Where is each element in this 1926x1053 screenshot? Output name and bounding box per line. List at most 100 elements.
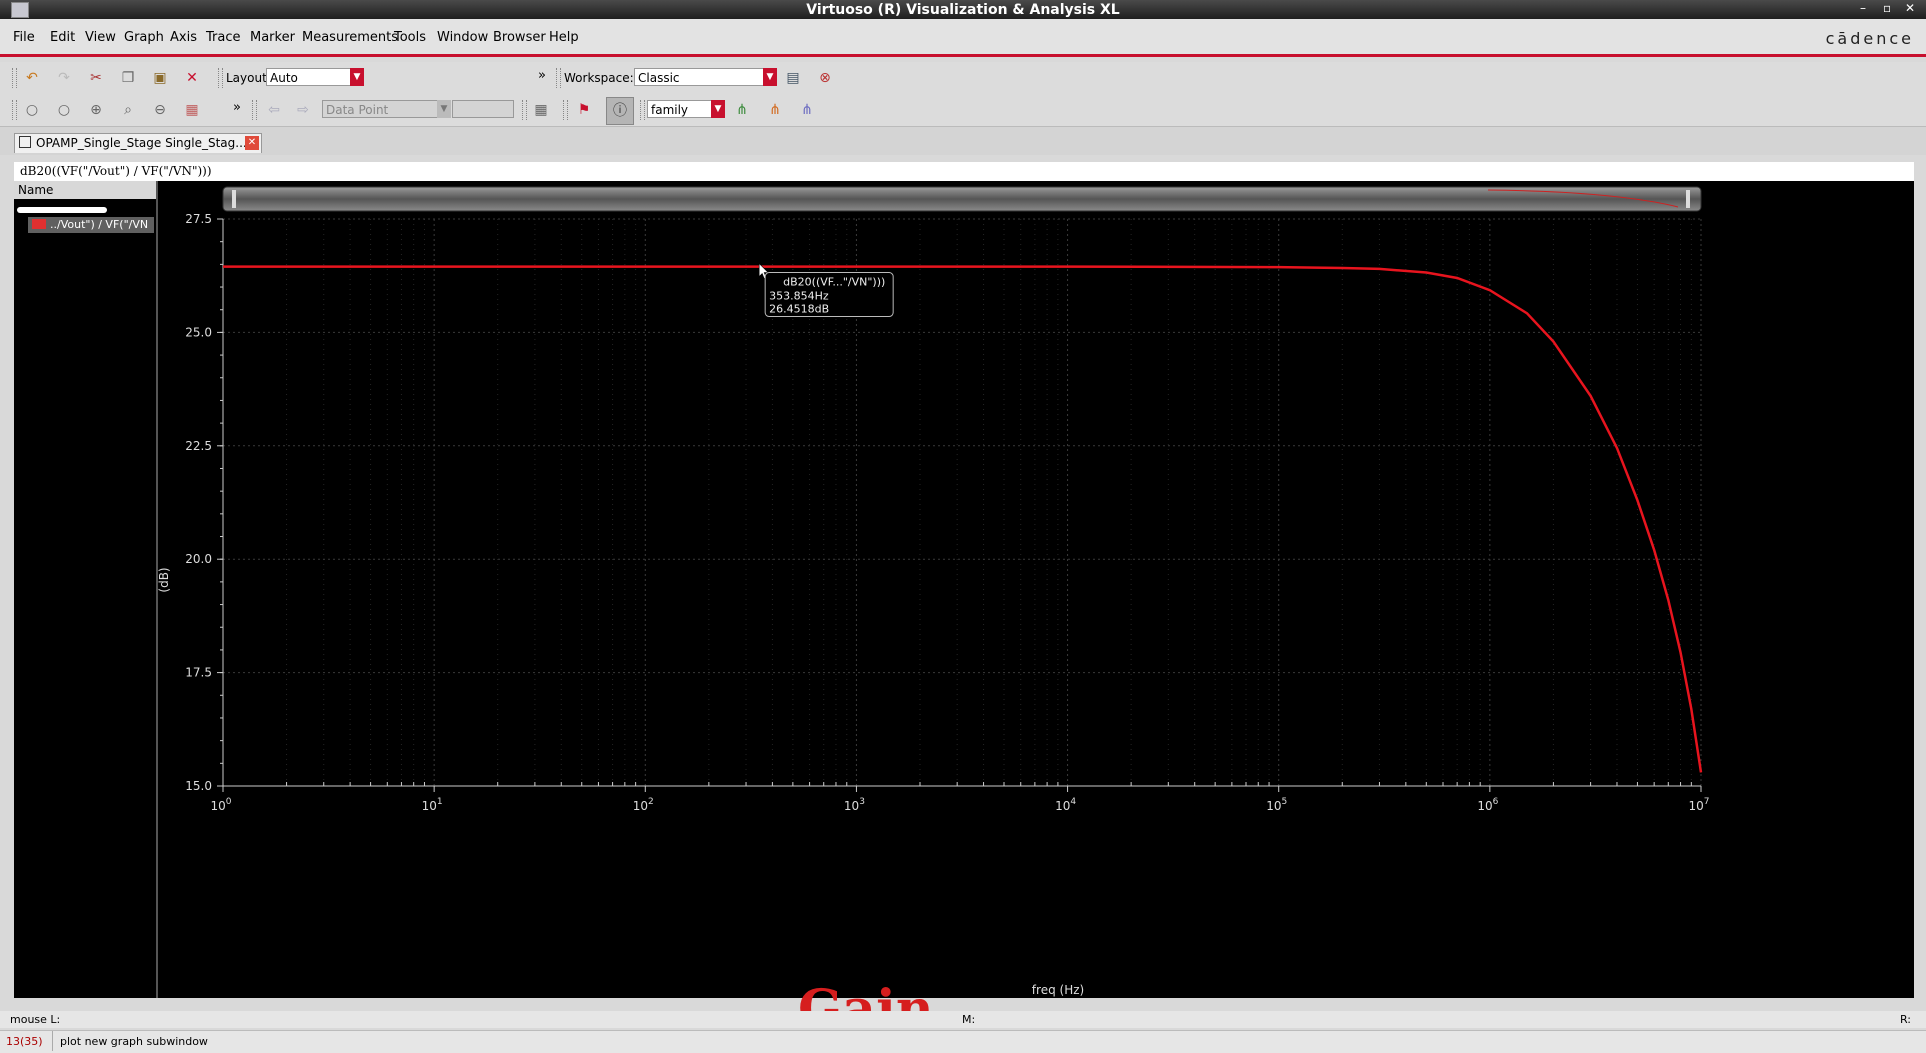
zoom-area-icon[interactable]: ⌕ [117, 99, 139, 121]
chevron-down-icon[interactable]: ▼ [763, 68, 777, 86]
save-workspace-icon[interactable]: ▤ [782, 67, 804, 89]
layout-select[interactable]: Auto ▼ [266, 68, 364, 86]
menu-graph[interactable]: Graph [124, 30, 164, 45]
close-window-icon[interactable]: ✕ [1905, 1, 1915, 15]
menu-window[interactable]: Window [437, 30, 488, 45]
marker-value-field[interactable] [452, 100, 514, 118]
x-zoom-scrollbar[interactable] [222, 186, 1702, 212]
menu-axis[interactable]: Axis [170, 30, 197, 45]
zoom-reset-icon[interactable]: ○ [53, 99, 75, 121]
menu-trace[interactable]: Trace [206, 30, 241, 45]
layout-select-value: Auto [270, 71, 298, 85]
gain-trace-line [223, 265, 1703, 773]
maximize-icon[interactable]: ▫ [1883, 1, 1891, 15]
y-tick-label: 20.0 [185, 552, 212, 566]
zoom-in-icon[interactable]: ⊕ [85, 99, 107, 121]
family-select-value: family [651, 103, 689, 117]
graph-expression: dB20((VF("/Vout") / VF("/VN"))) [14, 162, 1914, 181]
toolbar-grip[interactable] [522, 100, 527, 120]
paste-icon[interactable]: ▣ [149, 67, 171, 89]
toolbar-grip[interactable] [640, 100, 645, 120]
toolbar-overflow-icon[interactable]: » [538, 68, 546, 83]
scrollbar-left-handle[interactable] [232, 190, 236, 208]
toolbar-grip[interactable] [218, 68, 223, 88]
main-toolbar: ↶ ↷ ✂ ❐ ▣ ✕ Layout: Auto ▼ » Workspace: … [0, 62, 1926, 94]
workspace-label: Workspace: [564, 71, 634, 85]
x-tick-label: 105 [1266, 797, 1287, 813]
menu-edit[interactable]: Edit [50, 30, 75, 45]
chevron-down-icon[interactable]: ▼ [350, 68, 364, 86]
menu-marker[interactable]: Marker [250, 30, 295, 45]
zoom-out-icon[interactable]: ⊖ [149, 99, 171, 121]
toolbar-grip[interactable] [556, 68, 561, 88]
menu-view[interactable]: View [85, 30, 116, 45]
scrollbar-track[interactable] [222, 186, 1702, 212]
minimize-icon[interactable]: – [1860, 1, 1866, 15]
trace-list-item[interactable]: ../Vout") / VF("/VN [28, 217, 154, 233]
y-tick-label: 27.5 [185, 212, 212, 226]
marker-x-value: 353.854Hz [769, 290, 829, 303]
zoom-fit-icon[interactable]: ○ [21, 99, 43, 121]
family-spread-icon[interactable]: ⋔ [764, 99, 786, 121]
flag-icon[interactable]: ⚑ [573, 99, 595, 121]
delete-icon[interactable]: ✕ [181, 67, 203, 89]
name-column-header[interactable]: Name [14, 181, 156, 199]
tab-opamp-single-stage[interactable]: OPAMP_Single_Stage Single_Stag... ✕ [14, 133, 262, 153]
toolbar-grip[interactable] [12, 68, 17, 88]
chart-series [223, 265, 1703, 773]
toolbar-grip[interactable] [252, 100, 257, 120]
message-status-bar: 13(35) plot new graph subwindow [0, 1030, 1926, 1053]
family-select[interactable]: family ▼ [647, 100, 725, 118]
x-tick-label: 104 [1055, 797, 1076, 813]
family-select-icon[interactable]: ⋔ [796, 99, 818, 121]
calculator-icon[interactable]: ▦ [530, 99, 552, 121]
workspace-select[interactable]: Classic ▼ [634, 68, 777, 86]
x-tick-label: 103 [844, 797, 865, 813]
close-tab-icon[interactable]: ✕ [245, 136, 259, 150]
copy-icon[interactable]: ❐ [117, 67, 139, 89]
next-marker-icon[interactable]: ⇨ [292, 99, 314, 121]
toolbar-overflow-icon[interactable]: » [233, 100, 241, 115]
toolbar-grip[interactable] [563, 100, 568, 120]
status-message: plot new graph subwindow [60, 1035, 208, 1048]
layout-label: Layout: [226, 71, 271, 85]
delete-workspace-icon[interactable]: ⊗ [814, 67, 836, 89]
info-marker-icon[interactable]: ⓘ [606, 97, 634, 125]
cadence-logo: cādence [1825, 29, 1914, 48]
menu-measurements[interactable]: Measurements [302, 30, 398, 45]
menu-tools[interactable]: Tools [394, 30, 426, 45]
status-divider [52, 1031, 53, 1051]
trace-browser-scrollbar[interactable] [17, 207, 107, 213]
menu-help[interactable]: Help [549, 30, 579, 45]
line-number: 13(35) [6, 1035, 43, 1048]
marker-y-value: 26.4518dB [769, 303, 829, 316]
mouse-right-status: R: [1900, 1013, 1912, 1026]
gain-chart[interactable]: 27.5 25.0 22.5 20.0 17.5 15.0 100 101 102 103 104 1… [157, 181, 1914, 998]
previous-marker-icon[interactable]: ⇦ [263, 99, 285, 121]
toolbar-grip[interactable] [12, 100, 17, 120]
marker-type-select[interactable]: Data Point ▼ [322, 100, 451, 118]
chevron-down-icon[interactable]: ▼ [711, 100, 725, 118]
graph-tab-bar: OPAMP_Single_Stage Single_Stag... ✕ [0, 127, 1926, 155]
y-axis-label: (dB) [158, 567, 171, 592]
cut-icon[interactable]: ✂ [85, 67, 107, 89]
zoom-region-icon[interactable]: ▦ [181, 99, 203, 121]
graph-toolbar: ○ ○ ⊕ ⌕ ⊖ ▦ » ⇦ ⇨ Data Point ▼ ▦ ⚑ ⓘ fam… [0, 94, 1926, 127]
plot-area[interactable]: 27.5 25.0 22.5 20.0 17.5 15.0 100 101 102 103 104 1… [157, 181, 1914, 998]
family-plot-icon[interactable]: ⋔ [731, 99, 753, 121]
y-tick-label: 17.5 [185, 666, 212, 680]
graph-icon [19, 136, 31, 148]
menu-file[interactable]: File [13, 30, 35, 45]
gain-annotation: Gain [798, 979, 934, 1040]
data-marker[interactable]: dB20((VF..."/VN"))) 353.854Hz 26.4518dB [758, 262, 894, 318]
x-axis-label: freq (Hz) [1032, 983, 1084, 997]
x-tick-label: 107 [1688, 797, 1709, 813]
window-title: Virtuoso (R) Visualization & Analysis XL [806, 2, 1120, 18]
chevron-down-icon[interactable]: ▼ [437, 100, 451, 118]
chart-grid [222, 218, 1702, 787]
menu-browser[interactable]: Browser [493, 30, 546, 45]
redo-icon[interactable]: ↷ [53, 67, 75, 89]
scrollbar-right-handle[interactable] [1686, 190, 1690, 208]
undo-icon[interactable]: ↶ [21, 67, 43, 89]
trace-color-swatch [32, 219, 46, 229]
